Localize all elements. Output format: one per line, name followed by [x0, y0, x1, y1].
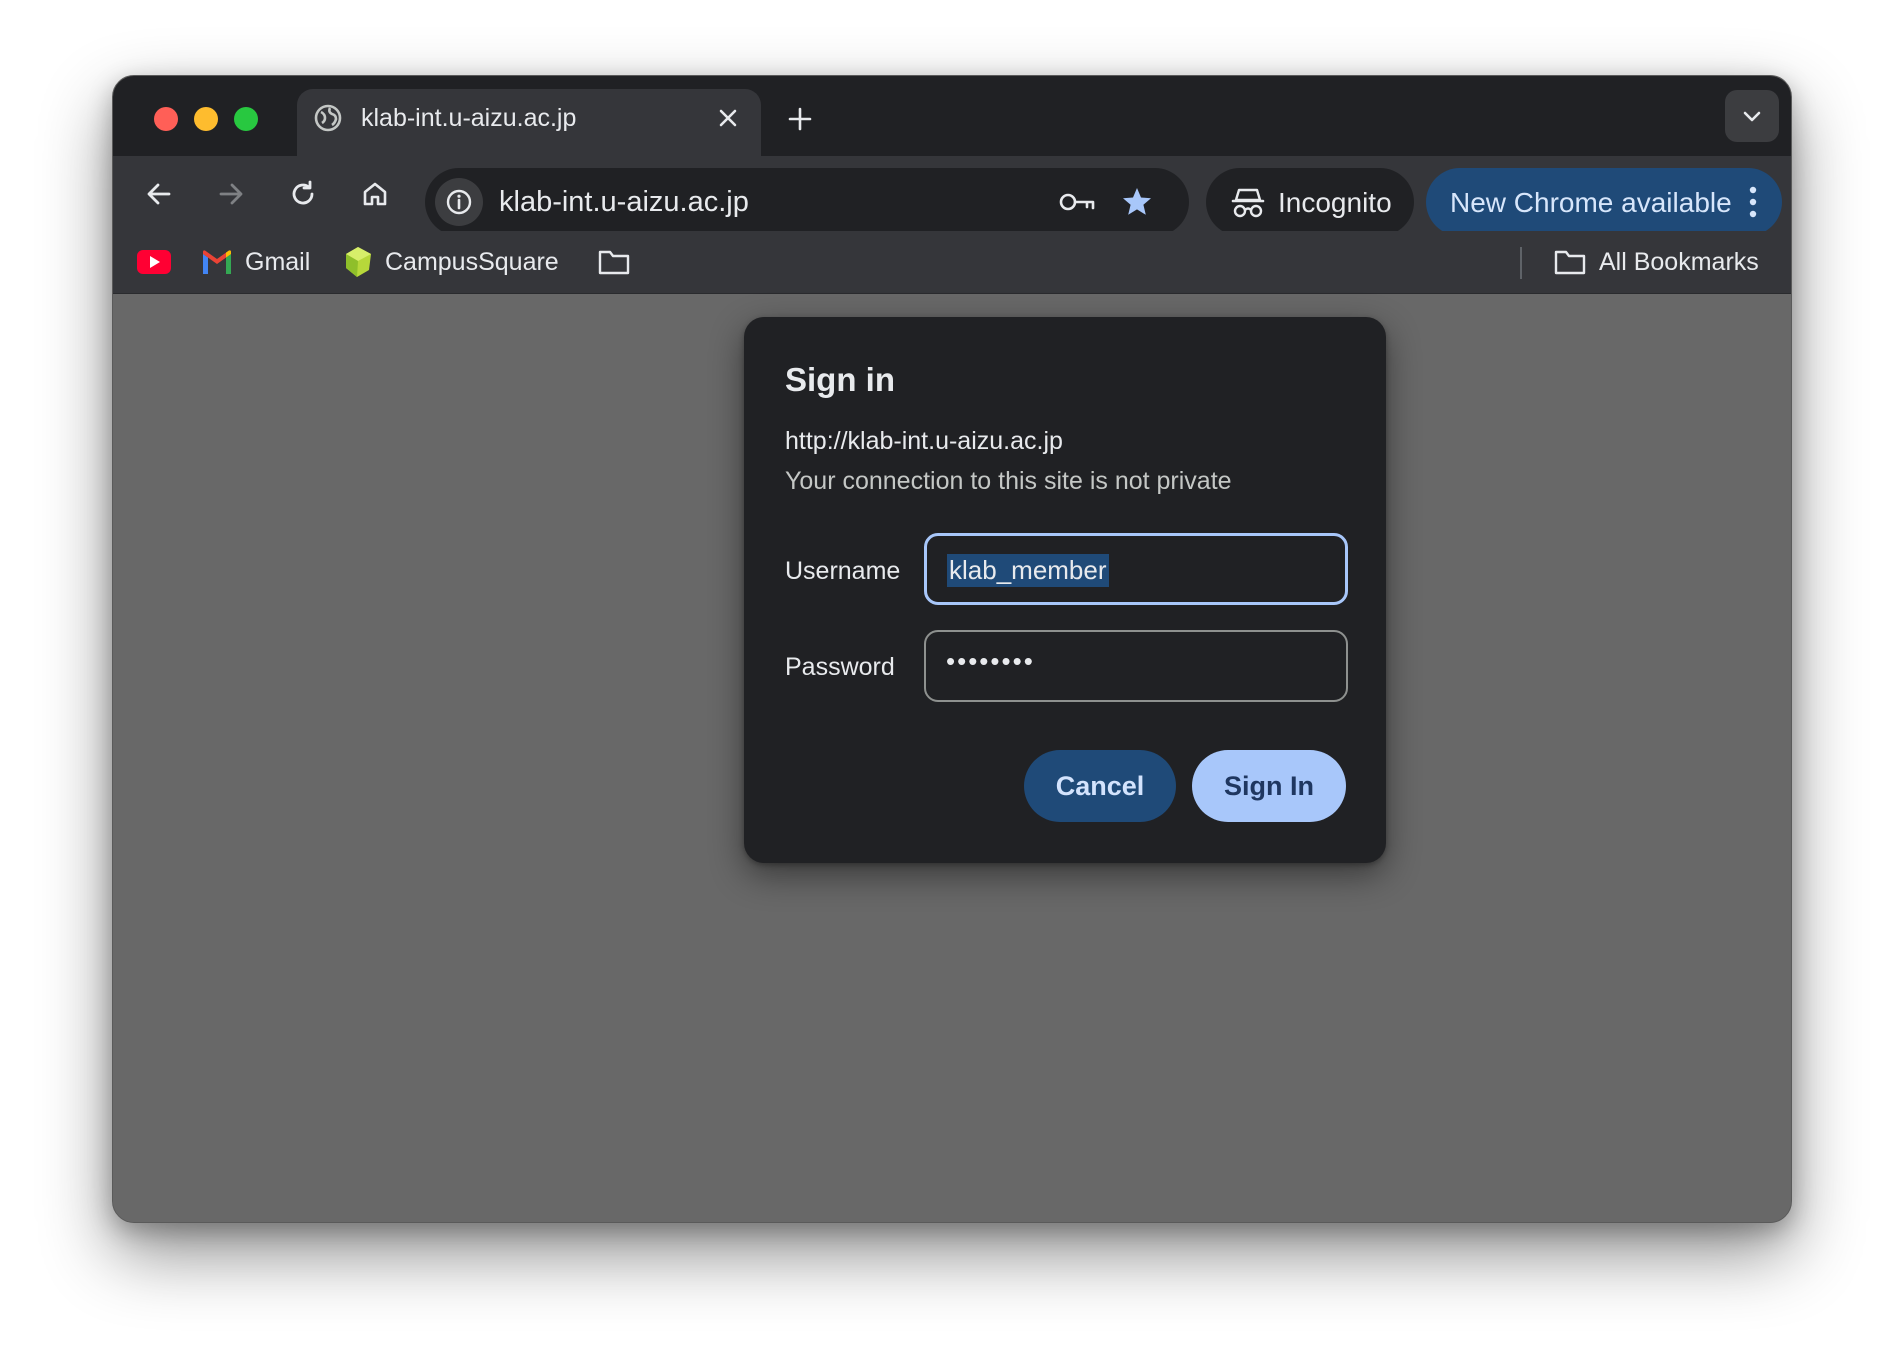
close-icon[interactable]	[715, 105, 741, 131]
campussquare-icon	[346, 247, 371, 277]
tab-title: klab-int.u-aizu.ac.jp	[361, 104, 577, 132]
tab-strip: klab-int.u-aizu.ac.jp	[113, 76, 1791, 156]
incognito-icon	[1231, 188, 1265, 218]
youtube-icon	[137, 250, 171, 274]
bookmark-gmail[interactable]: Gmail	[201, 245, 310, 279]
bookmark-star-icon[interactable]	[1119, 184, 1155, 225]
info-icon	[446, 189, 472, 215]
all-bookmarks-button[interactable]: All Bookmarks	[1553, 245, 1759, 279]
browser-window: klab-int.u-aizu.ac.jp klab-int.u-aizu.ac…	[112, 75, 1792, 1223]
zoom-window-button[interactable]	[234, 107, 258, 131]
incognito-label: Incognito	[1278, 187, 1392, 218]
update-chrome-label: New Chrome available	[1450, 187, 1732, 218]
minimize-window-button[interactable]	[194, 107, 218, 131]
update-chrome-button[interactable]: New Chrome available	[1426, 168, 1782, 236]
password-mask: ••••••••	[946, 646, 1035, 676]
reload-icon[interactable]	[285, 176, 321, 212]
cancel-button[interactable]: Cancel	[1024, 750, 1176, 822]
dialog-title: Sign in	[785, 361, 895, 398]
site-info-button[interactable]	[435, 178, 483, 226]
incognito-indicator[interactable]: Incognito	[1206, 168, 1414, 236]
new-tab-plus-icon[interactable]	[785, 104, 815, 134]
address-bar[interactable]: klab-int.u-aizu.ac.jp	[425, 168, 1189, 236]
username-field[interactable]: klab_member	[924, 533, 1348, 605]
folder-icon	[598, 250, 630, 275]
close-window-button[interactable]	[154, 107, 178, 131]
home-icon[interactable]	[357, 176, 393, 212]
bookmark-campussquare-label: CampusSquare	[385, 247, 559, 276]
sign-in-button[interactable]: Sign In	[1192, 750, 1346, 822]
bookmark-gmail-label: Gmail	[245, 247, 311, 276]
bookmarks-separator	[1520, 247, 1522, 279]
dialog-site-url: http://klab-int.u-aizu.ac.jp	[785, 427, 1063, 455]
username-label: Username	[785, 557, 901, 585]
folder-icon	[1554, 250, 1586, 275]
bookmarks-bar: Gmail CampusSquare All Bookmarks	[113, 231, 1791, 294]
toolbar: klab-int.u-aizu.ac.jp Incognito New Chro…	[113, 156, 1791, 236]
more-vertical-icon	[1749, 186, 1757, 218]
bookmark-youtube[interactable]	[137, 245, 171, 279]
bookmark-folder[interactable]	[597, 245, 631, 279]
back-arrow-icon[interactable]	[141, 176, 177, 212]
url-text: klab-int.u-aizu.ac.jp	[499, 186, 749, 218]
bookmark-campussquare[interactable]: CampusSquare	[343, 245, 559, 279]
username-value: klab_member	[947, 554, 1109, 587]
globe-icon	[313, 103, 343, 133]
password-label: Password	[785, 653, 895, 681]
password-key-icon[interactable]	[1057, 186, 1097, 223]
tab-search-button[interactable]	[1725, 90, 1779, 142]
tab-active[interactable]: klab-int.u-aizu.ac.jp	[297, 89, 761, 156]
dialog-warning: Your connection to this site is not priv…	[785, 467, 1232, 495]
chevron-down-icon	[1743, 111, 1761, 122]
password-field[interactable]: ••••••••	[924, 630, 1348, 702]
gmail-icon	[203, 250, 231, 274]
sign-in-dialog: Sign in http://klab-int.u-aizu.ac.jp You…	[744, 317, 1386, 863]
forward-arrow-icon[interactable]	[213, 176, 249, 212]
all-bookmarks-label: All Bookmarks	[1599, 247, 1759, 276]
